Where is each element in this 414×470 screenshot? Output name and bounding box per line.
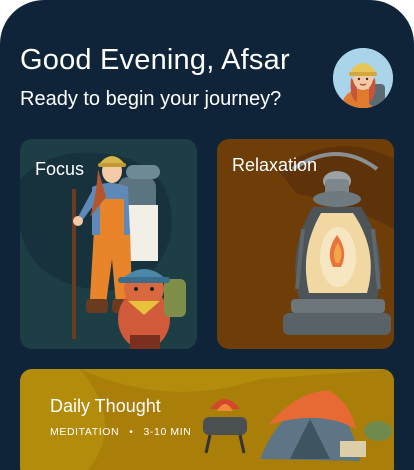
meta-separator: • — [129, 426, 134, 438]
hiker-avatar-icon — [333, 48, 393, 108]
focus-card-title: Focus — [35, 159, 85, 179]
campsite-icon — [80, 369, 394, 470]
home-screen: Good Evening, Afsar Ready to begin your … — [0, 0, 414, 470]
daily-thought-meta: MEDITATION • 3-10 MIN — [50, 426, 191, 438]
greeting-subtitle: Ready to begin your journey? — [20, 88, 282, 110]
greeting-title: Good Evening, Afsar — [20, 44, 290, 76]
avatar[interactable] — [333, 48, 393, 108]
relaxation-card[interactable]: Relaxation — [217, 139, 394, 349]
focus-card[interactable]: Focus — [20, 139, 197, 349]
daily-thought-category: MEDITATION — [50, 426, 120, 438]
relaxation-card-title: Relaxation — [232, 155, 318, 175]
daily-thought-card[interactable]: Daily Thought MEDITATION • 3-10 MIN — [20, 369, 394, 470]
daily-thought-title: Daily Thought — [50, 396, 161, 416]
daily-thought-duration: 3-10 MIN — [143, 426, 192, 438]
